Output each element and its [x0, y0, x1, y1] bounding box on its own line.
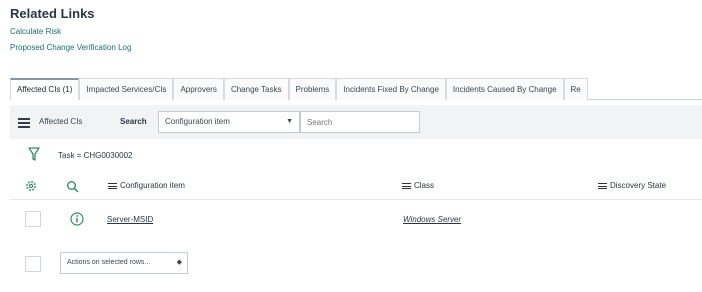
list-title: Affected CIs: [39, 117, 83, 126]
calculate-risk-link[interactable]: Calculate Risk: [10, 27, 61, 36]
tab-problems[interactable]: Problems: [288, 78, 337, 100]
actions-label: Actions on selected rows...: [67, 259, 151, 266]
proposed-change-verification-log-link[interactable]: Proposed Change Verification Log: [10, 43, 131, 52]
configuration-item-link[interactable]: Server-MSID: [107, 215, 153, 224]
table-header: Configuration item Class Discovery State: [10, 172, 702, 200]
column-menu-icon: [598, 182, 607, 189]
class-link[interactable]: Windows Server: [403, 215, 461, 224]
column-header-class[interactable]: Class: [402, 181, 434, 190]
select-all-checkbox[interactable]: [25, 256, 41, 272]
gear-icon[interactable]: [24, 179, 38, 193]
column-header-configuration-item[interactable]: Configuration item: [108, 181, 185, 190]
search-icon[interactable]: [66, 180, 79, 193]
actions-select[interactable]: Actions on selected rows... ◆: [60, 252, 188, 274]
row-checkbox[interactable]: [25, 211, 41, 227]
filter-condition[interactable]: Task = CHG0030002: [58, 151, 133, 160]
tab-impacted-services[interactable]: Impacted Services/CIs: [79, 78, 174, 100]
tab-approvers[interactable]: Approvers: [173, 78, 224, 100]
tab-affected-cis[interactable]: Affected CIs (1): [10, 78, 80, 100]
related-list-tabs: Affected CIs (1) Impacted Services/CIs A…: [10, 78, 702, 100]
search-label: Search: [120, 117, 147, 126]
info-icon[interactable]: [70, 212, 84, 226]
filter-breadcrumb: Task = CHG0030002: [10, 144, 702, 168]
column-menu-icon: [402, 182, 411, 189]
search-field-value: Configuration item: [165, 117, 230, 126]
column-header-discovery-state[interactable]: Discovery State: [598, 181, 666, 190]
filter-icon[interactable]: [28, 147, 40, 161]
chevron-updown-icon: ◆: [176, 259, 182, 266]
table-row: Server-MSID Windows Server: [10, 202, 702, 238]
search-field-select[interactable]: Configuration item ▼: [158, 111, 300, 133]
tab-incidents-caused[interactable]: Incidents Caused By Change: [445, 78, 564, 100]
column-menu-icon: [108, 182, 117, 189]
list-footer: Actions on selected rows... ◆: [10, 244, 702, 284]
related-links-title: Related Links: [10, 6, 95, 21]
search-input[interactable]: [300, 111, 420, 133]
tab-incidents-fixed[interactable]: Incidents Fixed By Change: [336, 78, 446, 100]
tab-more[interactable]: Re: [563, 78, 588, 100]
hamburger-icon[interactable]: [18, 118, 30, 128]
list-toolbar: Affected CIs Search Configuration item ▼: [10, 105, 702, 139]
tab-change-tasks[interactable]: Change Tasks: [223, 78, 289, 100]
chevron-down-icon: ▼: [286, 118, 293, 125]
